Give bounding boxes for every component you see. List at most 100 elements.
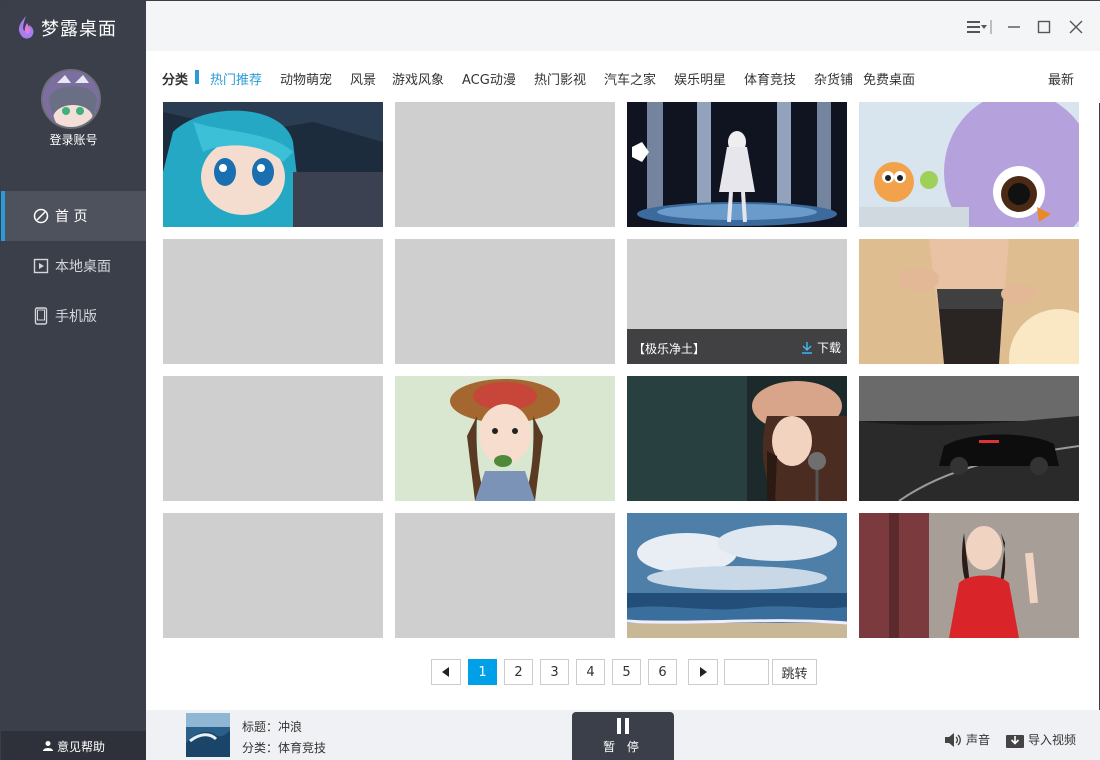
download-button[interactable]: 下载	[801, 339, 841, 356]
app-window: 梦露桌面 登录账号 首 页 本地桌面 手机版 意见帮助 分类 热门推荐 动物萌宠…	[0, 0, 1100, 760]
play-screen-icon	[33, 258, 49, 274]
flame-logo-icon	[18, 16, 34, 39]
wallpaper-thumbnail-placeholder[interactable]	[163, 513, 383, 638]
wallpaper-thumbnail-hovered[interactable]: 【极乐净土】 下载	[627, 239, 847, 364]
wallpaper-thumbnail-placeholder[interactable]	[163, 376, 383, 501]
category-scenery[interactable]: 风景	[350, 69, 376, 88]
nav-local-label: 本地桌面	[55, 259, 111, 275]
pause-label: 暂 停	[603, 740, 643, 754]
thumbnail-overlay: 【极乐净土】 下载	[627, 329, 847, 364]
home-icon	[33, 208, 49, 224]
wallpaper-thumbnail[interactable]	[163, 102, 383, 227]
prev-page-button[interactable]	[431, 659, 461, 685]
import-icon	[1006, 734, 1024, 748]
thumbnail-title: 【极乐净土】	[633, 342, 706, 356]
player-bar: 标题：冲浪 分类：体育竞技 暂 停 声音 导入视频	[146, 710, 1100, 760]
minimize-button[interactable]	[1004, 17, 1024, 37]
speaker-icon	[945, 732, 961, 747]
help-label: 意见帮助	[56, 739, 105, 754]
current-title: 标题：冲浪	[242, 720, 303, 734]
pause-icon	[617, 718, 629, 734]
app-title: 梦露桌面	[41, 19, 117, 40]
current-category: 分类：体育竞技	[242, 741, 327, 755]
sort-latest[interactable]: 最新	[1048, 69, 1074, 88]
nav-mobile[interactable]: 手机版	[1, 291, 146, 341]
wallpaper-thumbnail[interactable]	[859, 102, 1079, 227]
pause-button[interactable]: 暂 停	[572, 712, 674, 760]
wallpaper-thumbnail[interactable]	[627, 102, 847, 227]
maximize-button[interactable]	[1034, 17, 1054, 37]
wallpaper-thumbnail[interactable]	[627, 376, 847, 501]
page-6[interactable]: 6	[648, 659, 677, 685]
woman-red-dress-image	[859, 513, 1079, 638]
wallpaper-thumbnail[interactable]	[859, 239, 1079, 364]
help-button[interactable]: 意见帮助	[1, 731, 146, 760]
category-bar: 分类 热门推荐 动物萌宠 风景 游戏风象 ACG动漫 热门影视 汽车之家 娱乐明…	[146, 51, 1100, 103]
category-animals[interactable]: 动物萌宠	[280, 69, 332, 88]
title-bar	[146, 1, 1100, 51]
page-jump-button[interactable]: 跳转	[772, 659, 817, 685]
ocean-sky-image	[627, 513, 847, 638]
import-label: 导入视频	[1028, 733, 1077, 747]
page-3[interactable]: 3	[540, 659, 569, 685]
category-acg[interactable]: ACG动漫	[462, 69, 516, 88]
singer-microphone-image	[627, 376, 847, 501]
sidebar: 梦露桌面 登录账号 首 页 本地桌面 手机版 意见帮助	[1, 1, 146, 760]
nav-home-label: 首 页	[55, 209, 88, 225]
triangle-left-icon	[442, 667, 449, 677]
category-sports[interactable]: 体育竞技	[744, 69, 796, 88]
nav-home[interactable]: 首 页	[1, 191, 146, 241]
category-hot[interactable]: 热门推荐	[210, 69, 262, 88]
login-link[interactable]: 登录账号	[1, 131, 146, 148]
menu-button[interactable]	[966, 17, 992, 37]
sports-car-image	[859, 376, 1079, 501]
category-movies[interactable]: 热门影视	[534, 69, 586, 88]
pagination: 1 2 3 4 5 6 跳转	[1, 659, 1100, 685]
triangle-right-icon	[700, 667, 707, 677]
app-logo: 梦露桌面	[15, 15, 117, 41]
close-icon	[1069, 20, 1083, 34]
category-free[interactable]: 免费桌面	[863, 69, 915, 88]
surf-wave-image	[186, 713, 230, 757]
phone-icon	[34, 307, 48, 325]
close-button[interactable]	[1066, 17, 1086, 37]
sound-label: 声音	[966, 733, 991, 747]
category-label: 分类	[162, 73, 189, 88]
minimize-icon	[1008, 26, 1020, 28]
wallpaper-thumbnail-placeholder[interactable]	[395, 239, 615, 364]
wallpaper-thumbnail[interactable]	[395, 376, 615, 501]
category-cars[interactable]: 汽车之家	[604, 69, 656, 88]
avatar-image	[43, 71, 99, 127]
avatar[interactable]	[41, 69, 101, 129]
page-jump-input[interactable]	[724, 659, 769, 685]
wallpaper-thumbnail-placeholder[interactable]	[163, 239, 383, 364]
nav-local-desktop[interactable]: 本地桌面	[1, 241, 146, 291]
current-wallpaper-thumbnail[interactable]	[186, 713, 230, 757]
category-games[interactable]: 游戏风象	[392, 69, 444, 88]
download-label: 下载	[816, 341, 841, 355]
sound-button[interactable]: 声音	[944, 731, 990, 748]
wallpaper-thumbnail-placeholder[interactable]	[395, 102, 615, 227]
user-icon	[42, 741, 53, 751]
import-video-button[interactable]: 导入视频	[1006, 731, 1076, 748]
category-divider	[195, 70, 199, 84]
next-page-button[interactable]	[688, 659, 718, 685]
menu-dropdown-icon	[967, 20, 992, 34]
stockings-image	[859, 239, 1079, 364]
wallpaper-thumbnail[interactable]	[859, 513, 1079, 638]
page-5[interactable]: 5	[612, 659, 641, 685]
girl-hat-image	[395, 376, 615, 501]
category-misc[interactable]: 杂货铺	[814, 69, 853, 88]
angry-birds-image	[859, 102, 1079, 227]
anime-girl-image	[163, 102, 383, 227]
wallpaper-thumbnail[interactable]	[627, 513, 847, 638]
page-4[interactable]: 4	[576, 659, 605, 685]
wallpaper-thumbnail-placeholder[interactable]	[395, 513, 615, 638]
page-2[interactable]: 2	[504, 659, 533, 685]
category-stars[interactable]: 娱乐明星	[674, 69, 726, 88]
wallpaper-thumbnail[interactable]	[859, 376, 1079, 501]
maximize-icon	[1037, 20, 1051, 34]
dancer-stage-image	[627, 102, 847, 227]
download-icon	[801, 342, 812, 354]
page-1[interactable]: 1	[468, 659, 497, 685]
